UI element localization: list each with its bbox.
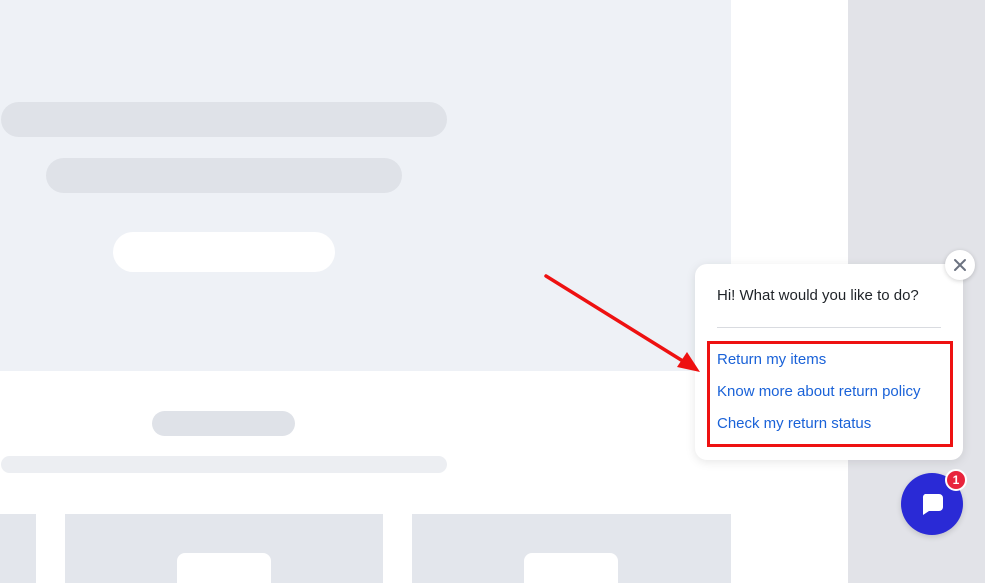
close-icon bbox=[954, 259, 966, 271]
skeleton-text-line bbox=[1, 456, 447, 473]
content-section bbox=[0, 371, 731, 583]
skeleton-heading bbox=[152, 411, 295, 436]
skeleton-title-line bbox=[1, 102, 447, 137]
hero-section bbox=[0, 0, 731, 371]
unread-badge: 1 bbox=[945, 469, 967, 491]
skeleton-button bbox=[113, 232, 335, 272]
chat-bubble-icon bbox=[922, 494, 943, 515]
skeleton-card bbox=[0, 514, 36, 583]
highlight-box bbox=[707, 341, 953, 447]
close-button[interactable] bbox=[945, 250, 975, 280]
skeleton-card bbox=[412, 514, 731, 583]
divider bbox=[717, 327, 941, 328]
page: Hi! What would you like to do? Return my… bbox=[0, 0, 985, 583]
skeleton-card-thumb bbox=[177, 553, 271, 583]
chat-greeting: Hi! What would you like to do? bbox=[717, 287, 919, 304]
skeleton-subtitle-line bbox=[46, 158, 402, 193]
skeleton-card bbox=[65, 514, 383, 583]
skeleton-card-thumb bbox=[524, 553, 618, 583]
